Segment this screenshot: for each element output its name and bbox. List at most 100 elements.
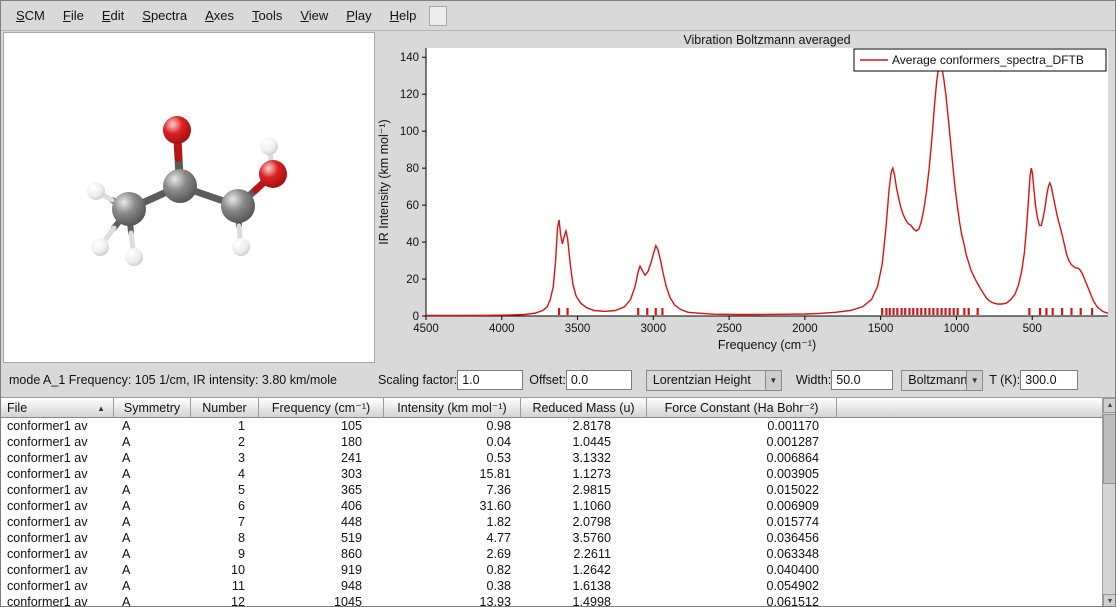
oxygen-atom <box>259 160 287 188</box>
cell-frequency: 519 <box>259 530 384 546</box>
column-header-frequency[interactable]: Frequency (cm⁻¹) <box>259 398 384 418</box>
cell-force-constant: 0.015774 <box>647 514 837 530</box>
x-tick-label: 500 <box>1023 323 1042 335</box>
table-row[interactable]: conformer1 avA74481.822.07980.015774 <box>1 514 1116 530</box>
cell-force-constant: 0.061512 <box>647 594 837 607</box>
menu-tools[interactable]: Tools <box>243 5 291 26</box>
table-scrollbar[interactable]: ▲ ▼ <box>1102 398 1116 607</box>
cell-file: conformer1 av <box>1 466 114 482</box>
menu-help[interactable]: Help <box>381 5 426 26</box>
x-tick-label: 3500 <box>565 323 591 335</box>
column-header-force-constant[interactable]: Force Constant (Ha Bohr⁻²) <box>647 398 837 418</box>
cell-reduced-mass: 2.2611 <box>521 546 647 562</box>
cell-intensity: 0.82 <box>384 562 521 578</box>
lineshape-select[interactable]: Lorentzian Height ▼ <box>646 370 782 391</box>
table-row[interactable]: conformer1 avA640631.601.10600.006909 <box>1 498 1116 514</box>
cell-reduced-mass: 1.0445 <box>521 434 647 450</box>
column-header-intensity[interactable]: Intensity (km mol⁻¹) <box>384 398 521 418</box>
column-header-file[interactable]: File▲ <box>1 398 114 418</box>
table-row[interactable]: conformer1 avA32410.533.13320.006864 <box>1 450 1116 466</box>
cell-symmetry: A <box>114 450 191 466</box>
menu-play[interactable]: Play <box>337 5 380 26</box>
table-row[interactable]: conformer1 avA119480.381.61380.054902 <box>1 578 1116 594</box>
x-tick-label: 4000 <box>489 323 515 335</box>
molecule-viewer[interactable] <box>3 32 375 363</box>
cell-filler <box>837 450 1116 466</box>
distribution-select[interactable]: Boltzmann ▼ <box>901 370 983 391</box>
menu-view[interactable]: View <box>291 5 337 26</box>
cell-file: conformer1 av <box>1 594 114 607</box>
cell-filler <box>837 578 1116 594</box>
table-row[interactable]: conformer1 avA98602.692.26110.063348 <box>1 546 1116 562</box>
cell-intensity: 0.53 <box>384 450 521 466</box>
scroll-down-icon[interactable]: ▼ <box>1103 594 1116 607</box>
menu-edit[interactable]: Edit <box>93 5 133 26</box>
cell-force-constant: 0.001287 <box>647 434 837 450</box>
table-header: File▲SymmetryNumberFrequency (cm⁻¹)Inten… <box>1 398 1116 418</box>
cell-intensity: 2.69 <box>384 546 521 562</box>
carbon-atom <box>163 169 197 203</box>
offset-input[interactable]: 0.0 <box>566 370 632 390</box>
cell-force-constant: 0.040400 <box>647 562 837 578</box>
x-tick-label: 4500 <box>413 323 439 335</box>
table-row[interactable]: conformer1 avA85194.773.57600.036456 <box>1 530 1116 546</box>
menu-axes[interactable]: Axes <box>196 5 243 26</box>
table-body: conformer1 avA11050.982.81780.001170conf… <box>1 418 1116 607</box>
cell-reduced-mass: 3.1332 <box>521 450 647 466</box>
cell-number: 9 <box>191 546 259 562</box>
table-row[interactable]: conformer1 avA12104513.931.49980.061512 <box>1 594 1116 607</box>
cell-reduced-mass: 1.1060 <box>521 498 647 514</box>
menubar-grip <box>429 6 447 26</box>
table-row[interactable]: conformer1 avA430315.811.12730.003905 <box>1 466 1116 482</box>
scaling-factor-input[interactable]: 1.0 <box>457 370 523 390</box>
temperature-label: T (K): <box>989 373 1020 387</box>
cell-number: 5 <box>191 482 259 498</box>
chevron-down-icon[interactable]: ▼ <box>765 371 781 390</box>
cell-number: 12 <box>191 594 259 607</box>
cell-file: conformer1 av <box>1 434 114 450</box>
cell-force-constant: 0.063348 <box>647 546 837 562</box>
spectrum-chart[interactable]: 0204060801001201404500400035003000250020… <box>376 32 1115 363</box>
cell-file: conformer1 av <box>1 562 114 578</box>
y-tick-label: 20 <box>406 274 419 286</box>
cell-frequency: 919 <box>259 562 384 578</box>
distribution-value: Boltzmann <box>902 371 966 390</box>
table-row[interactable]: conformer1 avA11050.982.81780.001170 <box>1 418 1116 434</box>
y-tick-label: 60 <box>406 200 419 212</box>
column-header-reduced-mass[interactable]: Reduced Mass (u) <box>521 398 647 418</box>
cell-intensity: 7.36 <box>384 482 521 498</box>
cell-reduced-mass: 1.4998 <box>521 594 647 607</box>
cell-file: conformer1 av <box>1 450 114 466</box>
cell-frequency: 448 <box>259 514 384 530</box>
y-tick-label: 0 <box>413 311 419 323</box>
width-input[interactable]: 50.0 <box>831 370 893 390</box>
cell-symmetry: A <box>114 562 191 578</box>
cell-filler <box>837 530 1116 546</box>
cell-symmetry: A <box>114 578 191 594</box>
molecule-3d-view[interactable] <box>4 33 374 362</box>
cell-symmetry: A <box>114 418 191 434</box>
cell-force-constant: 0.006909 <box>647 498 837 514</box>
cell-force-constant: 0.006864 <box>647 450 837 466</box>
cell-number: 11 <box>191 578 259 594</box>
table-row[interactable]: conformer1 avA53657.362.98150.015022 <box>1 482 1116 498</box>
cell-number: 1 <box>191 418 259 434</box>
table-row[interactable]: conformer1 avA109190.821.26420.040400 <box>1 562 1116 578</box>
column-header-symmetry[interactable]: Symmetry <box>114 398 191 418</box>
hydrogen-atom <box>260 137 278 155</box>
x-tick-label: 3000 <box>641 323 667 335</box>
chevron-down-icon[interactable]: ▼ <box>966 371 982 390</box>
column-header-number[interactable]: Number <box>191 398 259 418</box>
cell-symmetry: A <box>114 498 191 514</box>
menu-file[interactable]: File <box>54 5 93 26</box>
temperature-input[interactable]: 300.0 <box>1020 370 1078 390</box>
menu-spectra[interactable]: Spectra <box>133 5 196 26</box>
scrollbar-thumb[interactable] <box>1103 414 1116 484</box>
plot-area[interactable] <box>426 48 1108 316</box>
y-tick-label: 80 <box>406 163 419 175</box>
modes-table: File▲SymmetryNumberFrequency (cm⁻¹)Inten… <box>1 397 1116 607</box>
scroll-up-icon[interactable]: ▲ <box>1103 398 1116 413</box>
table-row[interactable]: conformer1 avA21800.041.04450.001287 <box>1 434 1116 450</box>
menu-scm[interactable]: SCM <box>7 5 54 26</box>
cell-file: conformer1 av <box>1 578 114 594</box>
